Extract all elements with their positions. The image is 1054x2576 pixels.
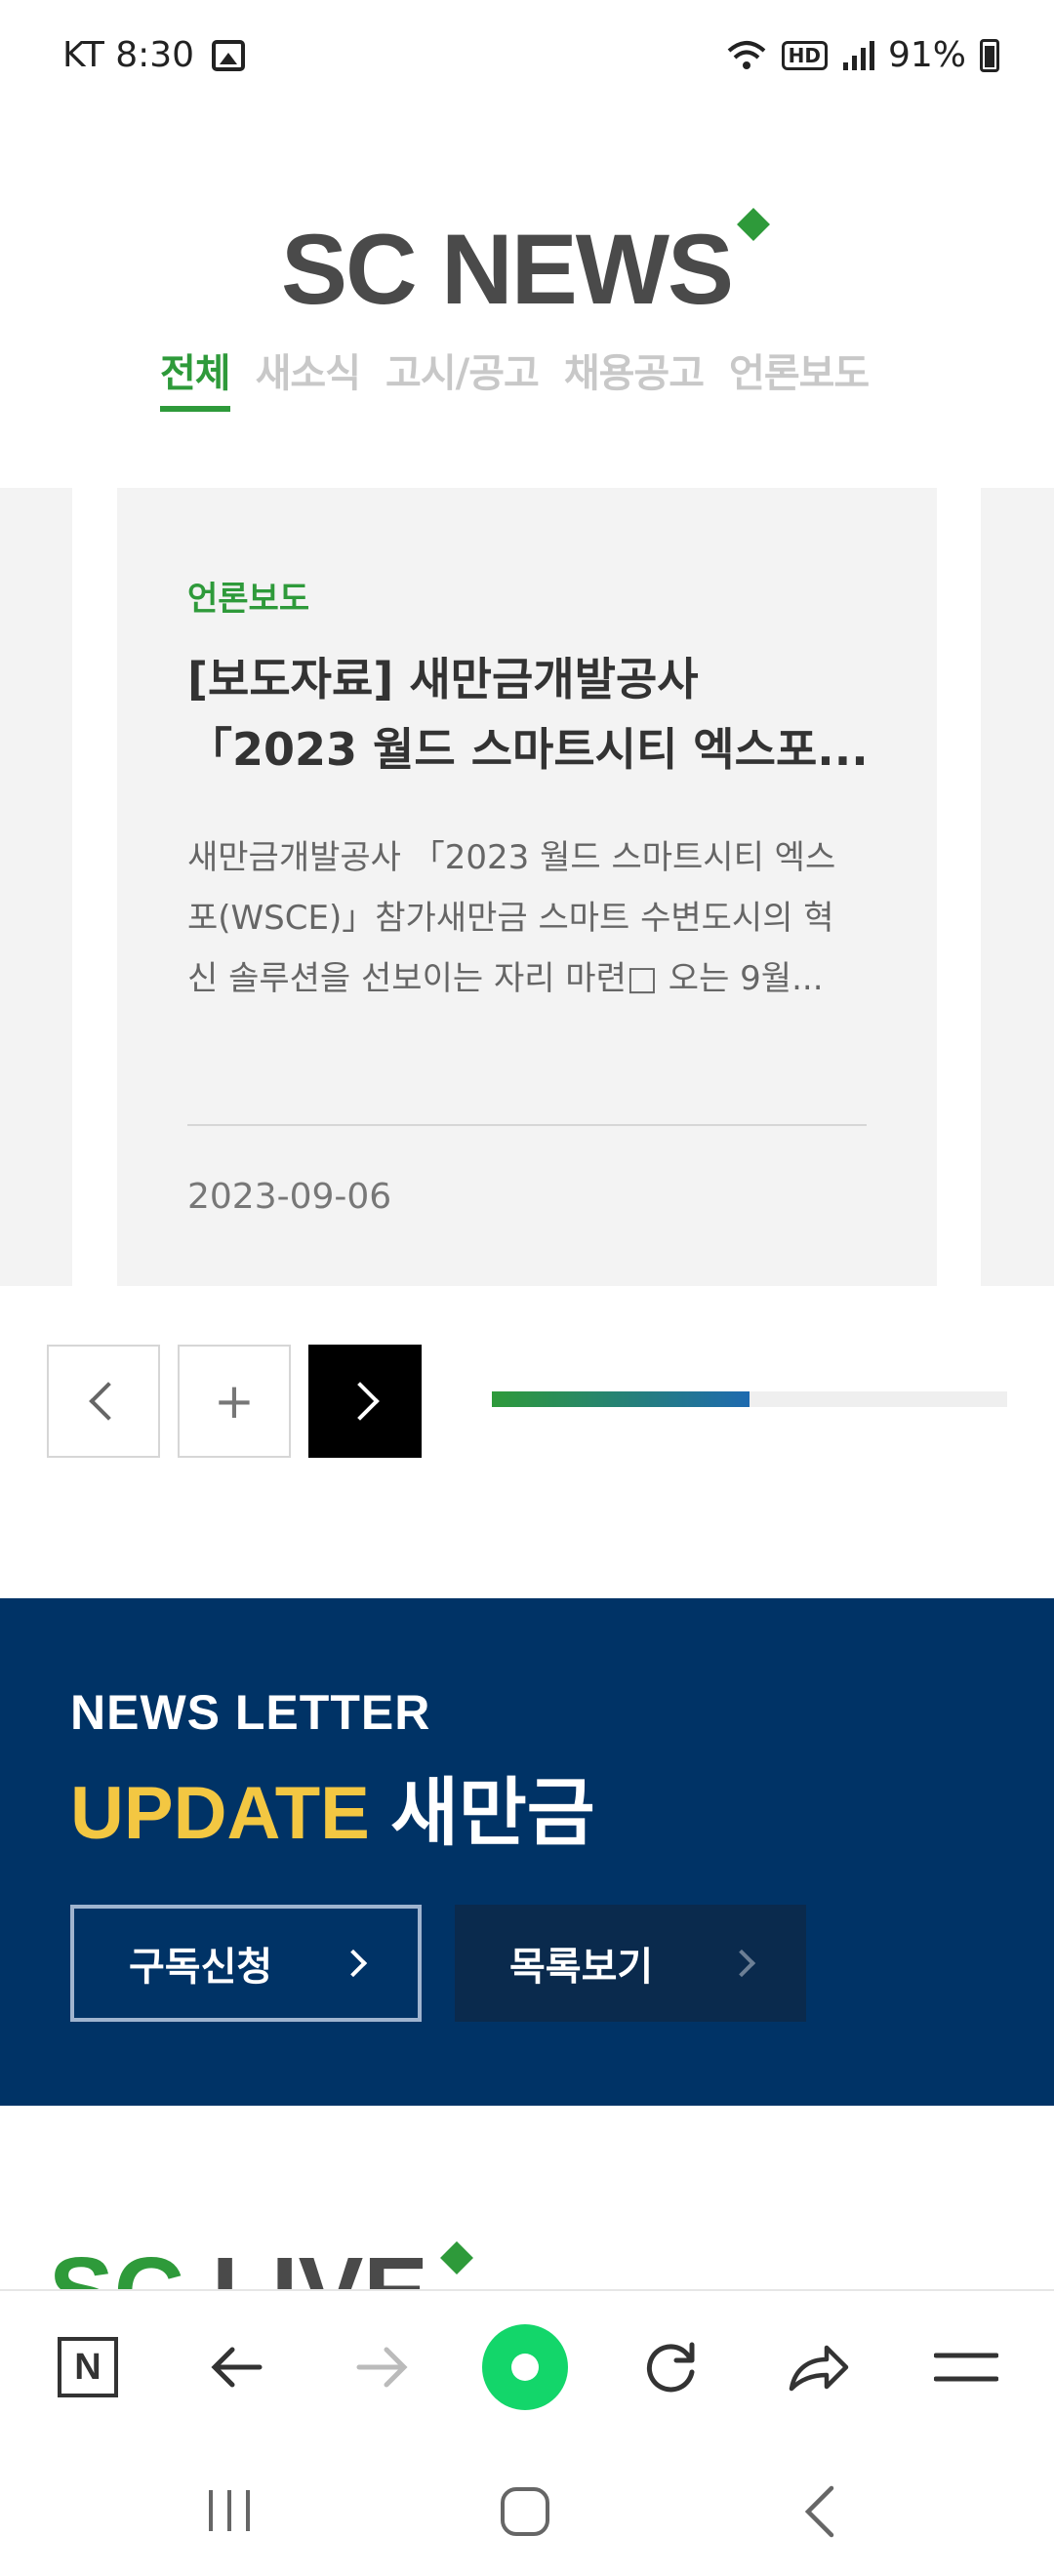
refresh-button[interactable] — [634, 2330, 709, 2404]
card-title[interactable]: [보도자료] 새만금개발공사 「2023 월드 스마트시티 엑스포... — [187, 644, 871, 785]
carrier-time: KT 8:30 — [62, 35, 195, 75]
card-category: 언론보도 — [187, 580, 310, 619]
home-button[interactable] — [480, 2322, 570, 2412]
view-list-label: 목록보기 — [509, 1945, 654, 1990]
carousel-progress-fill — [492, 1391, 750, 1407]
refresh-icon — [646, 2342, 695, 2393]
brand-diamond-icon — [737, 208, 770, 241]
browser-toolbar: N — [0, 2289, 1054, 2441]
chevron-right-icon — [727, 1949, 756, 1978]
back-button[interactable] — [199, 2330, 273, 2404]
share-button[interactable] — [781, 2330, 855, 2404]
carousel-next-button[interactable] — [308, 1345, 422, 1458]
news-tabs: 전체 새소식 고시/공고 채용공고 언론보도 — [160, 342, 870, 412]
view-list-button[interactable]: 목록보기 — [455, 1905, 806, 2022]
back-arrow-icon — [211, 2347, 263, 2388]
wifi-icon — [727, 40, 765, 69]
next-card-peek[interactable] — [981, 488, 1054, 1286]
android-nav-bar — [0, 2441, 1054, 2576]
battery-icon — [980, 38, 999, 72]
status-left: KT 8:30 — [62, 35, 246, 75]
menu-icon — [934, 2353, 998, 2382]
signal-icon — [842, 40, 874, 70]
subscribe-button[interactable]: 구독신청 — [70, 1905, 422, 2022]
card-divider — [187, 1124, 867, 1126]
tab-all[interactable]: 전체 — [160, 342, 231, 412]
brand-title: SC NEWS — [281, 214, 734, 325]
chevron-right-icon — [339, 1949, 368, 1978]
battery-percent: 91% — [887, 35, 966, 75]
share-icon — [789, 2345, 849, 2392]
forward-arrow-icon — [356, 2347, 408, 2388]
status-right: HD 91% — [725, 35, 999, 75]
recent-apps-icon[interactable] — [205, 2486, 254, 2535]
tab-recruitment[interactable]: 채용공고 — [564, 342, 705, 412]
naver-button[interactable]: N — [51, 2330, 125, 2404]
newsletter-kicker: NEWS LETTER — [70, 1685, 431, 1740]
card-date: 2023-09-06 — [187, 1177, 392, 1217]
subscribe-label: 구독신청 — [129, 1945, 273, 1990]
sc-live-diamond-icon — [440, 2241, 473, 2274]
card-summary: 새만금개발공사 「2023 월드 스마트시티 엑스포(WSCE)」참가새만금 스… — [187, 838, 836, 998]
home-icon — [482, 2324, 568, 2410]
chevron-right-icon — [341, 1382, 380, 1421]
gallery-notification-icon — [212, 39, 246, 71]
news-card[interactable]: 언론보도 [보도자료] 새만금개발공사 「2023 월드 스마트시티 엑스포..… — [117, 488, 937, 1286]
newsletter-title: UPDATE 새만금 — [70, 1752, 595, 1860]
tab-press[interactable]: 언론보도 — [729, 342, 870, 412]
status-bar: KT 8:30 HD 91% — [0, 0, 1054, 117]
tab-notices[interactable]: 고시/공고 — [385, 342, 540, 412]
newsletter-section: NEWS LETTER UPDATE 새만금 구독신청 목록보기 — [0, 1598, 1054, 2106]
back-nav-icon[interactable] — [800, 2484, 839, 2539]
newsletter-title-rest: 새만금 — [389, 1772, 595, 1855]
carousel-more-button[interactable]: + — [178, 1345, 291, 1458]
carousel-prev-button[interactable] — [47, 1345, 160, 1458]
hd-voice-icon: HD — [781, 40, 828, 70]
forward-button[interactable] — [345, 2330, 420, 2404]
menu-button[interactable] — [929, 2330, 1003, 2404]
chevron-left-icon — [89, 1382, 128, 1421]
naver-icon: N — [58, 2337, 118, 2397]
home-nav-icon[interactable] — [498, 2484, 552, 2539]
newsletter-title-accent: UPDATE — [70, 1772, 370, 1855]
tab-new-news[interactable]: 새소식 — [256, 342, 361, 412]
carousel-progress — [492, 1391, 1007, 1407]
previous-card-peek[interactable] — [0, 488, 72, 1286]
